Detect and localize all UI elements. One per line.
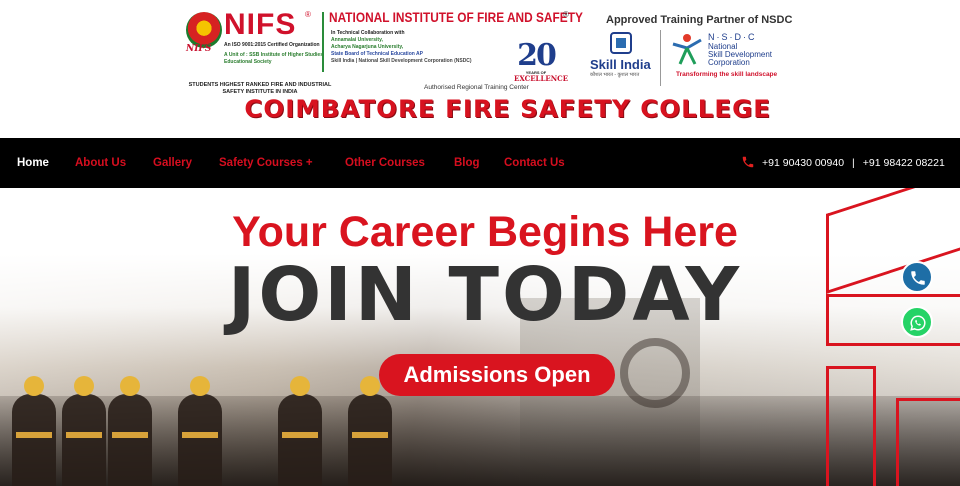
main-nav: Home About Us Gallery Safety Courses + O… xyxy=(0,138,960,188)
institute-title: NATIONAL INSTITUTE OF FIRE AND SAFETY xyxy=(329,10,583,25)
nav-home[interactable]: Home xyxy=(17,157,49,169)
ranked-text: STUDENTS HIGHEST RANKED FIRE AND INDUSTR… xyxy=(188,82,332,95)
divider xyxy=(660,30,661,86)
nav-safety-courses[interactable]: Safety Courses + xyxy=(219,157,313,169)
divider xyxy=(322,12,324,72)
hero-tagline: Your Career Begins Here xyxy=(232,208,738,256)
phone-icon xyxy=(742,156,754,168)
worker-silhouette xyxy=(278,376,322,486)
nav-gallery[interactable]: Gallery xyxy=(153,157,192,169)
hero-headline: JOIN TODAY xyxy=(227,252,743,338)
decorative-outline xyxy=(826,366,876,486)
whatsapp-icon xyxy=(910,315,926,331)
nifs-registered-mark: ® xyxy=(305,10,311,19)
nav-blog[interactable]: Blog xyxy=(454,157,480,169)
worker-silhouette xyxy=(62,376,106,486)
nifs-logo-text[interactable]: NIFS xyxy=(224,8,296,42)
floating-call-button[interactable] xyxy=(901,261,933,293)
college-name[interactable]: COIMBATORE FIRE SAFETY COLLEGE xyxy=(244,95,770,123)
worker-silhouette xyxy=(178,376,222,486)
collab-line: Acharya Nagarjuna University, xyxy=(331,44,404,50)
admissions-open-button[interactable]: Admissions Open xyxy=(379,354,615,396)
worker-silhouette xyxy=(12,376,56,486)
phone-number-2[interactable]: +91 98422 08221 xyxy=(863,157,945,169)
skill-india-icon xyxy=(610,32,632,54)
site-header: NIFS NIFS ® An ISO 9001:2015 Certified O… xyxy=(0,0,960,138)
decorative-outline xyxy=(896,398,960,486)
authorised-center-text: Authorised Regional Training Center xyxy=(424,84,529,91)
collab-line: Annamalai University, xyxy=(331,37,383,43)
nsdc-abbr: N·S·D·C xyxy=(708,32,757,42)
nsdc-tagline: Transforming the skill landscape xyxy=(676,71,778,78)
floating-whatsapp-button[interactable] xyxy=(901,306,933,338)
nav-other-courses[interactable]: Other Courses xyxy=(345,157,425,169)
skill-india-logo: Skill India xyxy=(590,57,651,72)
nsdc-full-name: National Skill Development Corporation xyxy=(708,43,772,67)
nsdc-line: Corporation xyxy=(708,58,750,67)
skill-india-tagline: कौशल भारत - कुशल भारत xyxy=(590,72,640,78)
hero-banner: Your Career Begins Here JOIN TODAY Admis… xyxy=(0,188,960,486)
nav-contact-us[interactable]: Contact Us xyxy=(504,157,565,169)
collab-line: State Board of Technical Education AP xyxy=(331,51,423,57)
approved-partner-text: Approved Training Partner of NSDC xyxy=(606,14,793,26)
iso-certification: An ISO 9001:2015 Certified Organization xyxy=(224,42,320,48)
phone-number-1[interactable]: +91 90430 00940 xyxy=(762,157,844,169)
nifs-emblem-icon[interactable] xyxy=(186,12,222,48)
collaboration-list: In Technical Collaboration with Annamala… xyxy=(331,30,472,65)
unit-of-text: A Unit of : SSB Institute of Higher Stud… xyxy=(224,52,323,65)
phone-icon xyxy=(911,271,925,285)
nsdc-figure-icon xyxy=(672,34,702,65)
collab-line: In Technical Collaboration with xyxy=(331,30,405,36)
worker-silhouette xyxy=(108,376,152,486)
nifs-emblem-label: NIFS xyxy=(186,44,212,54)
worker-silhouette xyxy=(348,376,392,486)
badge-label: EXCELLENCE xyxy=(514,74,569,83)
institute-registered-mark: ® xyxy=(563,10,569,19)
phone-numbers: +91 90430 00940 | +91 98422 08221 xyxy=(762,157,945,169)
phone-separator: | xyxy=(852,157,855,169)
nav-about-us[interactable]: About Us xyxy=(75,157,126,169)
collab-line: Skill India | National Skill Development… xyxy=(331,58,472,64)
twenty-years-badge: 20 YEARS OF EXCELLENCE xyxy=(514,38,569,83)
badge-number: 20 xyxy=(517,38,557,73)
